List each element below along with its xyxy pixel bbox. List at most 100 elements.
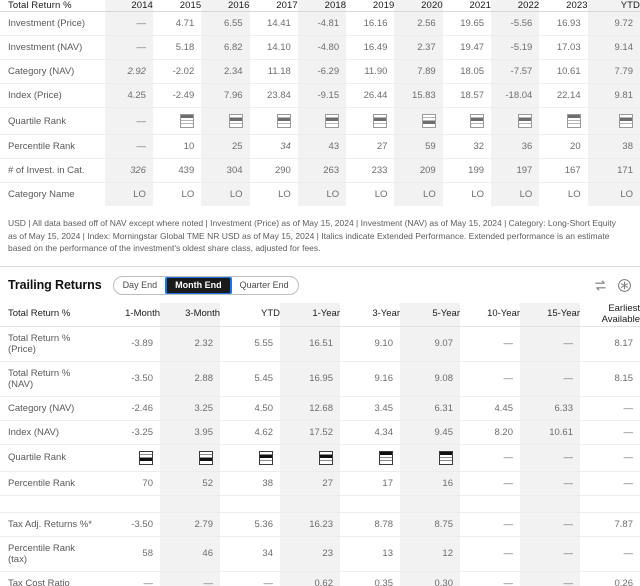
- performance-panel: Total Return % 2014 2015 2016 2017 2018 2019 2…: [0, 0, 640, 586]
- data-cell: 209: [394, 158, 443, 183]
- data-cell: -5.56: [491, 11, 540, 36]
- table-row: Investment (NAV) —5.18 6.82 14.10 -4.80 16.49…: [0, 35, 640, 60]
- data-cell: 17.52: [280, 420, 340, 445]
- data-cell: LO: [181, 189, 195, 200]
- compare-swap-icon[interactable]: [593, 278, 608, 293]
- annual-footnote: USD | All data based off of NAV except w…: [8, 218, 616, 253]
- quartile-rank-icon: [421, 114, 436, 128]
- data-cell: LO: [471, 189, 485, 200]
- data-cell: -3.25: [100, 420, 160, 445]
- data-cell: 263: [297, 158, 347, 183]
- trailing-returns-table: Total Return % 1-Month 3-Month YTD 1-Year 3-…: [0, 302, 640, 586]
- column-header: 10-Year: [460, 302, 520, 327]
- column-header: YTD: [220, 302, 280, 327]
- spacer-cell: [0, 495, 100, 513]
- data-cell: 38: [220, 471, 280, 496]
- data-cell: 4.71: [152, 11, 202, 36]
- data-cell: —: [520, 361, 580, 397]
- data-cell: 36: [491, 134, 540, 159]
- data-cell: -4.80: [297, 35, 347, 60]
- table-row: Percentile Rank —10 25 34 43 27 59 32 36 20 38: [0, 134, 640, 159]
- quartile-rank-icon: [228, 114, 243, 128]
- column-header: 2020: [394, 0, 443, 12]
- data-cell: 12: [400, 536, 460, 572]
- data-cell: —: [580, 536, 640, 572]
- data-cell: LO: [297, 182, 347, 206]
- data-cell: 5.45: [220, 361, 280, 397]
- quartile-rank-icon: [518, 114, 533, 128]
- data-cell: 7.87: [580, 512, 640, 537]
- data-cell: 14.41: [249, 11, 298, 36]
- data-cell: 3.45: [340, 396, 400, 421]
- data-cell: 5.18: [152, 35, 202, 60]
- data-cell: 167: [539, 158, 588, 183]
- data-cell: 2.79: [160, 512, 220, 537]
- data-cell: 13: [340, 536, 400, 572]
- data-cell: 43: [297, 134, 347, 159]
- table-row: Tax Cost Ratio — — —0.62 0.35 0.30— —0.26: [0, 571, 640, 586]
- column-header: 2018: [297, 0, 347, 12]
- data-cell: -6.29: [297, 59, 347, 84]
- data-cell: 17: [340, 471, 400, 496]
- data-cell: 9.72: [587, 11, 640, 36]
- column-header: 2019: [346, 0, 395, 12]
- table-row: Category (NAV) -2.46 3.25 4.50 12.68 3.45 6.31…: [0, 396, 640, 421]
- quartile-cell: [346, 107, 395, 135]
- period-toggle-quarter-end[interactable]: Quarter End: [231, 277, 298, 294]
- row-label: Quartile Rank: [0, 107, 105, 135]
- row-label: Index (NAV): [0, 420, 100, 445]
- quartile-cell: [539, 107, 588, 135]
- row-label: Percentile Rank: [0, 134, 105, 159]
- data-cell: 16.93: [539, 11, 588, 36]
- annual-table-header-row: Total Return % 2014 2015 2016 2017 2018 2019 2…: [0, 0, 640, 12]
- data-cell: 6.82: [201, 35, 250, 60]
- data-cell: 10.61: [539, 59, 588, 84]
- data-cell: 32: [442, 134, 492, 159]
- period-toggle-month-end[interactable]: Month End: [165, 276, 232, 294]
- data-cell: 9.10: [340, 326, 400, 362]
- data-cell: —: [460, 326, 520, 362]
- data-cell: -5.19: [491, 35, 540, 60]
- data-cell: LO: [201, 182, 250, 206]
- data-cell: 16.95: [280, 361, 340, 397]
- data-cell: 15.83: [394, 83, 443, 108]
- table-row: Total Return % (Price) -3.89 2.32 5.55 16.51…: [0, 326, 640, 362]
- data-cell: —: [520, 571, 580, 586]
- spacer-cell: [220, 495, 280, 513]
- data-cell: 16.23: [280, 512, 340, 537]
- data-cell: —: [100, 571, 160, 586]
- quartile-rank-icon: [325, 114, 340, 128]
- quartile-cell: [280, 444, 340, 472]
- data-cell: 0.30: [400, 571, 460, 586]
- data-cell: —: [520, 512, 580, 537]
- column-header: 3-Year: [340, 302, 400, 327]
- data-cell: -2.46: [100, 396, 160, 421]
- settings-asterisk-icon[interactable]: [617, 278, 632, 293]
- data-cell: 20: [539, 134, 588, 159]
- data-cell: —: [104, 11, 153, 36]
- quartile-rank-icon: [379, 450, 393, 465]
- data-cell: 9.14: [587, 35, 640, 60]
- data-cell: 52: [160, 471, 220, 496]
- quartile-rank-icon: [619, 114, 633, 128]
- quartile-rank-icon: [373, 114, 388, 128]
- data-cell: 5.36: [220, 512, 280, 537]
- data-cell: 304: [201, 158, 250, 183]
- data-cell: -2.02: [152, 59, 202, 84]
- annual-header-label: Total Return %: [0, 0, 105, 12]
- data-cell: LO: [278, 189, 291, 200]
- period-toggle-group[interactable]: Day End Month End Quarter End: [112, 275, 299, 295]
- data-cell: 3.25: [160, 396, 220, 421]
- data-cell: LO: [104, 182, 153, 206]
- data-cell: 6.55: [201, 11, 250, 36]
- period-toggle-day-end[interactable]: Day End: [114, 277, 167, 294]
- data-cell: 2.34: [201, 59, 250, 84]
- data-cell: 8.78: [340, 512, 400, 537]
- data-cell: 12.68: [280, 396, 340, 421]
- column-header: 2022: [491, 0, 540, 12]
- data-cell: -9.15: [297, 83, 347, 108]
- data-cell: —: [520, 536, 580, 572]
- data-cell: 7.89: [394, 59, 443, 84]
- data-cell: 27: [346, 134, 395, 159]
- spacer-cell: [340, 495, 400, 513]
